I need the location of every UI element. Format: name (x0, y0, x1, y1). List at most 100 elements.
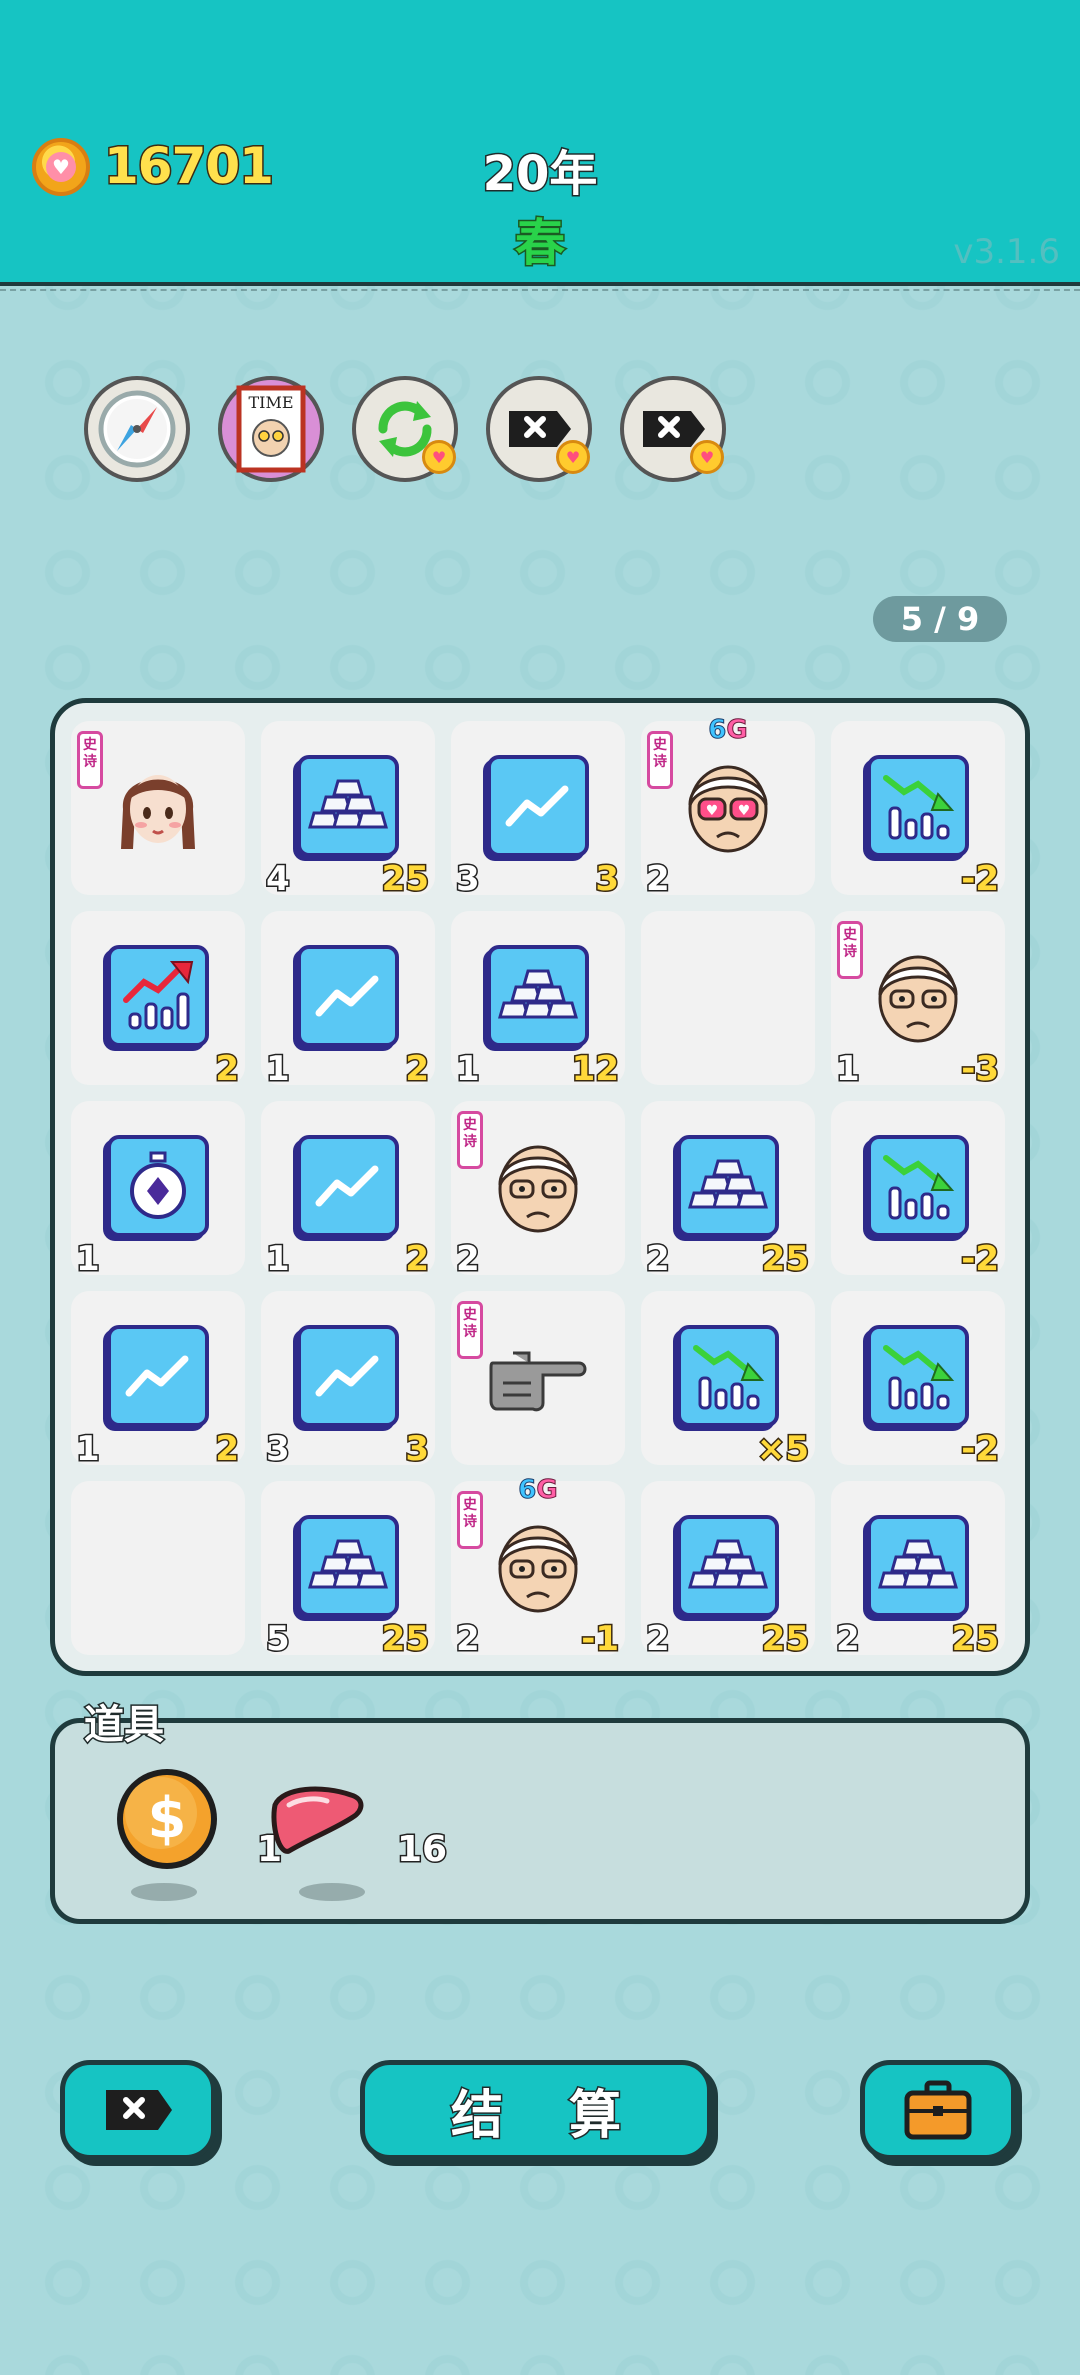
heart-coin-icon: ♥ (32, 138, 90, 196)
svg-text:♥: ♥ (706, 803, 719, 819)
time-magazine-icon: TIME (236, 385, 306, 473)
remove-icon (106, 2090, 172, 2130)
trend-up-icon (297, 945, 399, 1047)
board-cell[interactable]: ♥ ♥ 史诗 6G 2 (641, 715, 815, 901)
girl-portrait-icon (103, 749, 213, 859)
cell-value: 25 (950, 1618, 1000, 1661)
epic-tag: 史诗 (457, 1111, 483, 1169)
cell-value: 25 (760, 1618, 810, 1661)
season-label: 春 (514, 213, 567, 274)
slot-board: 史诗 4 25 33 ♥ ♥ 史诗 6G 2 -2 2 12 1 12 史 诗 … (50, 698, 1030, 1676)
cell-value: 2 (404, 1238, 431, 1281)
items-panel: $ 1 16 (50, 1718, 1030, 1924)
board-cell[interactable]: 33 (451, 721, 625, 901)
old-man-heart-eyes-icon: ♥ ♥ (673, 749, 783, 859)
cell-value: -2 (960, 1238, 1001, 1281)
board-cell[interactable]: -2 (831, 1101, 1005, 1281)
items-label: 道具 (83, 1701, 166, 1750)
time-magazine-button[interactable]: TIME (218, 376, 324, 482)
top-bar: ♥ 16701 20年 春 v3.1.6 (0, 0, 1080, 286)
chart-down-icon (867, 1325, 969, 1427)
remove-symbol-button[interactable] (60, 2060, 216, 2160)
board-cell[interactable]: 12 (71, 1291, 245, 1471)
trend-up-icon (297, 1325, 399, 1427)
chart-down-icon (677, 1325, 779, 1427)
board-cell[interactable]: 4 25 (261, 721, 435, 901)
board-cell[interactable]: 12 (261, 1101, 435, 1281)
cell-count: 2 (455, 1238, 482, 1281)
cell-count: 4 (265, 858, 292, 901)
cell-value: 2 (214, 1428, 241, 1471)
cell-count: 2 (645, 1618, 672, 1661)
cell-value: -2 (960, 1428, 1001, 1471)
liver-icon (271, 1786, 364, 1854)
trend-up-icon (107, 1325, 209, 1427)
board-cell[interactable]: 5 25 (261, 1481, 435, 1661)
board-cell[interactable]: -2 (831, 721, 1005, 901)
board-cell[interactable]: 2 25 (831, 1481, 1005, 1661)
chart-down-icon (867, 1135, 969, 1237)
cell-value: 12 (570, 1048, 620, 1091)
compass-icon (98, 390, 176, 468)
board-cell[interactable]: ×5 (641, 1291, 815, 1471)
board-cell[interactable]: 33 (261, 1291, 435, 1471)
heart-badge-icon: ♥ (556, 440, 590, 474)
cell-count: 1 (265, 1048, 292, 1091)
board-cell[interactable]: 12 (261, 911, 435, 1091)
cell-count: 3 (265, 1428, 292, 1471)
board-cell[interactable]: 史诗 2 (451, 1101, 625, 1281)
board-cell[interactable]: -2 (831, 1291, 1005, 1471)
remove-button-2[interactable]: ♥ (620, 376, 726, 482)
item-liver[interactable]: 16 (265, 1765, 449, 1901)
heart-badge-icon: ♥ (422, 440, 456, 474)
chart-up-icon (107, 945, 209, 1047)
board-cell[interactable]: 史诗 (451, 1291, 625, 1465)
cell-value: 2 (404, 1048, 431, 1091)
pointing-hand-icon (483, 1319, 593, 1429)
gold-bars-icon (867, 1515, 969, 1617)
briefcase-icon (904, 2080, 972, 2140)
cell-count: 3 (455, 858, 482, 901)
settle-button[interactable]: 结 算 (360, 2060, 712, 2160)
old-man-sad-icon (483, 1129, 593, 1239)
cell-count: 1 (455, 1048, 482, 1091)
cell-count: 1 (75, 1428, 102, 1471)
cell-value: 25 (380, 858, 430, 901)
item-qty: 16 (395, 1828, 448, 1872)
gold-bars-icon (677, 1515, 779, 1617)
chart-down-icon (867, 755, 969, 857)
compass-button[interactable] (84, 376, 190, 482)
heart-badge-icon: ♥ (690, 440, 724, 474)
generation-badge: 6G (708, 715, 748, 746)
cell-value: -3 (960, 1048, 1001, 1091)
board-cell[interactable] (71, 1481, 245, 1655)
cell-count: 5 (265, 1618, 292, 1661)
cell-count: 2 (645, 858, 672, 901)
cell-value: 25 (760, 1238, 810, 1281)
epic-tag: 史诗 (457, 1301, 483, 1359)
year-label: 20年 (481, 145, 599, 204)
board-cell[interactable] (641, 911, 815, 1085)
cell-count: 2 (835, 1618, 862, 1661)
item-dollar-coin[interactable]: $ 1 (113, 1765, 284, 1901)
board-cell[interactable]: 史诗 1 -3 (831, 911, 1005, 1091)
version-label: v3.1.6 (953, 232, 1060, 272)
board-cell[interactable]: 1 12 (451, 911, 625, 1091)
cell-count: 2 (455, 1618, 482, 1661)
remove-button-1[interactable]: ♥ (486, 376, 592, 482)
epic-tag: 史诗 (837, 921, 863, 979)
board-cell[interactable]: 2 (71, 911, 245, 1091)
cell-value: -2 (960, 858, 1001, 901)
board-cell[interactable]: 史诗 (71, 721, 245, 895)
gold-bars-icon (677, 1135, 779, 1237)
board-cell[interactable]: 2 25 (641, 1481, 815, 1661)
board-cell[interactable]: 1 (71, 1101, 245, 1281)
cell-count: 1 (835, 1048, 862, 1091)
inventory-button[interactable] (860, 2060, 1016, 2160)
trend-up-icon (487, 755, 589, 857)
board-cell[interactable]: 史诗 6G 2 -1 (451, 1475, 625, 1661)
refresh-button[interactable]: ♥ (352, 376, 458, 482)
cell-value: -1 (580, 1618, 621, 1661)
board-cell[interactable]: 2 25 (641, 1101, 815, 1281)
epic-tag: 史诗 (77, 731, 103, 789)
